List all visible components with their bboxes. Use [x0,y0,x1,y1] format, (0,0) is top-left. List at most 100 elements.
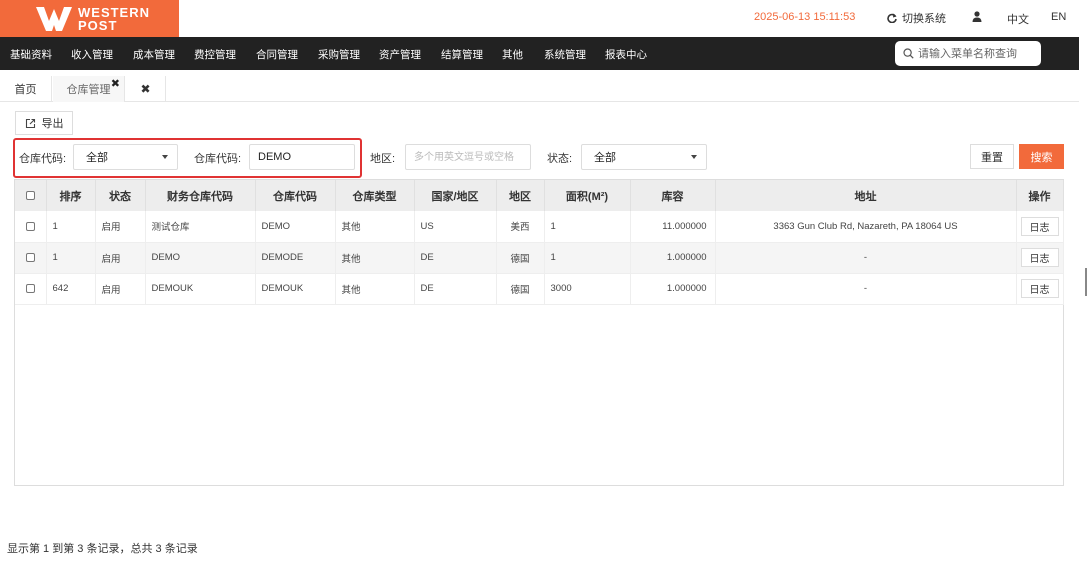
status-select-value: 全部 [594,152,616,164]
nav-item-system[interactable]: 系统管理 [544,47,586,62]
page-scrollbar[interactable] [1085,268,1087,296]
cell-finance-code: 测试仓库 [145,211,256,243]
cell-address: - [715,242,1017,274]
warehouse-code-select[interactable]: 全部 [73,144,178,170]
tab-home[interactable]: 首页 [0,76,52,102]
search-icon [903,48,914,59]
search-button[interactable]: 搜索 [1019,144,1064,169]
close-tab-icon[interactable]: ✖ [111,77,120,90]
pagination-summary: 显示第 1 到第 3 条记录，总共 3 条记录 [7,543,198,555]
switch-system-label: 切换系统 [902,13,946,25]
nav-item-asset[interactable]: 资产管理 [379,47,421,62]
warehouse-code-input-label: 仓库代码: [194,153,242,165]
nav-item-contract[interactable]: 合同管理 [256,47,298,62]
switch-system-button[interactable]: 切换系统 [887,10,946,26]
export-icon [25,118,35,128]
cell-finance-code: DEMOUK [145,273,256,305]
cell-region: 美西 [496,211,545,243]
col-status[interactable]: 状态 [95,180,146,211]
cell-address: 3363 Gun Club Rd, Nazareth, PA 18064 US [715,211,1017,243]
col-country[interactable]: 国家/地区 [414,180,497,211]
menu-search-input[interactable] [918,47,1038,60]
col-area[interactable]: 面积(M²) [544,180,631,211]
cell-country: US [414,211,497,243]
cell-warehouse-code: DEMOUK [255,273,336,305]
cell-region: 德国 [496,273,545,305]
table-header-row: 排序 状态 财务仓库代码 仓库代码 仓库类型 国家/地区 地区 面积(M²) 库… [15,180,1064,211]
cell-capacity: 1.000000 [630,242,716,274]
cell-area: 1 [544,242,631,274]
user-icon[interactable] [972,11,982,23]
top-header: WESTERN POST 2025-06-13 15:11:53 切换系统 中文… [0,0,1089,37]
cell-address: - [715,273,1017,305]
export-button[interactable]: 导出 [15,111,73,135]
region-label: 地区: [370,153,396,165]
nav-item-cost[interactable]: 成本管理 [133,47,175,62]
col-warehouse-code[interactable]: 仓库代码 [255,180,336,211]
cell-country: DE [414,242,497,274]
nav-item-expense[interactable]: 费控管理 [194,47,236,62]
cell-area: 1 [544,211,631,243]
table-row: 1 启用 DEMO DEMODE 其他 DE 德国 1 1.000000 - 日… [15,242,1064,274]
select-all-checkbox[interactable] [15,180,47,211]
col-finance-code[interactable]: 财务仓库代码 [145,180,256,211]
status-select[interactable]: 全部 [581,144,707,170]
region-input[interactable] [405,144,531,170]
main-nav: 基础资料 收入管理 成本管理 费控管理 合同管理 采购管理 资产管理 结算管理 … [0,37,1079,70]
cell-area: 3000 [544,273,631,305]
log-button[interactable]: 日志 [1020,248,1059,267]
cell-capacity: 11.000000 [630,211,716,243]
cell-finance-code: DEMO [145,242,256,274]
col-sort[interactable]: 排序 [46,180,96,211]
row-checkbox[interactable] [15,242,47,274]
row-checkbox[interactable] [15,273,47,305]
nav-item-settlement[interactable]: 结算管理 [441,47,483,62]
table-row: 1 启用 测试仓库 DEMO 其他 US 美西 1 11.000000 3363… [15,211,1064,243]
row-checkbox[interactable] [15,211,47,243]
nav-item-reports[interactable]: 报表中心 [605,47,647,62]
logo-w-icon [36,7,72,31]
cell-actions: 日志 [1016,273,1064,305]
cell-warehouse-type: 其他 [335,273,415,305]
warehouse-code-select-value: 全部 [86,152,108,164]
brand-logo[interactable]: WESTERN POST [0,0,179,37]
col-region[interactable]: 地区 [496,180,545,211]
log-button[interactable]: 日志 [1020,216,1059,236]
reset-button[interactable]: 重置 [970,144,1014,169]
cell-status: 启用 [95,242,146,274]
nav-item-basic-data[interactable]: 基础资料 [10,47,52,62]
close-all-tabs-button[interactable]: ✖ [126,76,166,102]
warehouse-code-input[interactable] [249,144,355,170]
cell-sort: 1 [46,211,96,243]
tab-warehouse-label: 仓库管理 [66,84,111,96]
cell-status: 启用 [95,273,146,305]
col-capacity[interactable]: 库容 [630,180,716,211]
col-actions: 操作 [1016,180,1064,211]
col-address[interactable]: 地址 [715,180,1017,211]
cell-sort: 1 [46,242,96,274]
cell-warehouse-code: DEMO [255,211,336,243]
chevron-down-icon [691,155,697,159]
table-row: 642 启用 DEMOUK DEMOUK 其他 DE 德国 3000 1.000… [15,273,1064,305]
lang-zh-button[interactable]: 中文 [1007,11,1029,27]
export-label: 导出 [41,118,64,130]
nav-item-purchase[interactable]: 采购管理 [318,47,360,62]
lang-en-button[interactable]: EN [1051,11,1066,23]
col-warehouse-type[interactable]: 仓库类型 [335,180,415,211]
refresh-icon [887,13,897,23]
log-button[interactable]: 日志 [1020,279,1059,298]
brand-line-2: POST [78,18,118,33]
menu-search-box[interactable] [895,41,1041,66]
tab-home-label: 首页 [14,84,37,96]
nav-item-income[interactable]: 收入管理 [71,47,113,62]
cell-country: DE [414,273,497,305]
cell-capacity: 1.000000 [630,273,716,305]
page-tabs: 首页 仓库管理 ✖ ✖ [0,76,1079,102]
cell-region: 德国 [496,242,545,274]
cell-actions: 日志 [1016,211,1064,243]
nav-item-other[interactable]: 其他 [502,47,523,62]
cell-actions: 日志 [1016,242,1064,274]
warehouse-code-select-label: 仓库代码: [19,153,67,165]
warehouse-table: 排序 状态 财务仓库代码 仓库代码 仓库类型 国家/地区 地区 面积(M²) 库… [14,179,1064,486]
tab-warehouse[interactable]: 仓库管理 ✖ [53,76,125,102]
